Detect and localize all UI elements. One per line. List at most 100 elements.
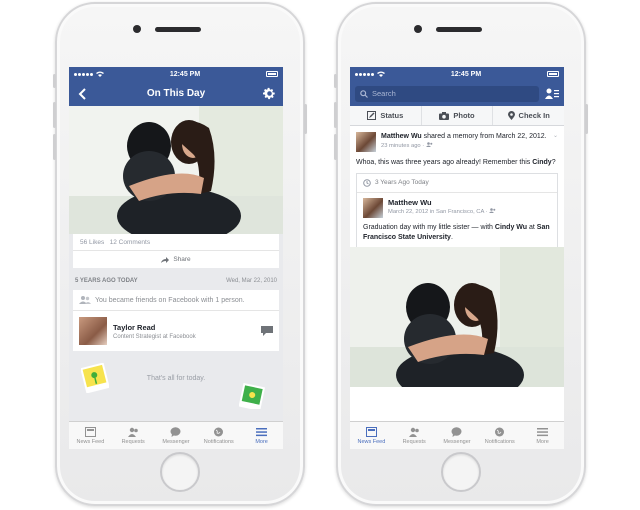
mute-switch xyxy=(53,74,56,88)
home-button[interactable] xyxy=(441,452,481,492)
memory-header-text: 3 Years Ago Today xyxy=(375,179,429,187)
photo-button[interactable]: Photo xyxy=(422,106,494,125)
friend-name[interactable]: Taylor Read xyxy=(113,323,255,332)
memory-date-text: March 22, 2012 in San Francisco, CA · xyxy=(388,208,490,215)
post-author[interactable]: Matthew Wu xyxy=(381,133,422,140)
sticker-green-icon xyxy=(239,383,265,409)
messenger-icon xyxy=(451,426,462,437)
share-arrow-icon xyxy=(161,256,170,263)
memory-text-end: . xyxy=(450,233,453,241)
tab-messenger[interactable]: Messenger xyxy=(436,422,479,449)
memory-photo[interactable] xyxy=(69,106,283,234)
tab-notifications[interactable]: Notifications xyxy=(478,422,521,449)
tab-news-feed[interactable]: News Feed xyxy=(350,422,393,449)
post-options-icon[interactable]: ⌄ xyxy=(553,132,558,139)
status-time: 12:45 PM xyxy=(169,70,201,78)
sticker-flower-icon xyxy=(81,363,109,393)
memory-card-header: 3 Years Ago Today xyxy=(357,174,557,193)
earpiece-speaker xyxy=(436,27,482,32)
tab-label: Notifications xyxy=(203,438,234,445)
composer-bar: Status Photo Check In xyxy=(350,106,564,126)
marketing-stage: 12:45 PM On This Day 56 Likes 12 Comment… xyxy=(0,0,640,510)
back-arrow-icon[interactable] xyxy=(75,87,89,101)
friends-list-icon[interactable] xyxy=(545,88,559,99)
globe-icon xyxy=(214,427,224,436)
friend-avatar[interactable] xyxy=(79,317,107,345)
memory-text-part: Graduation day with my little sister — w… xyxy=(363,223,495,231)
post-counts: 56 Likes 12 Comments xyxy=(73,234,279,250)
tab-label: Messenger xyxy=(443,438,471,445)
share-label: Share xyxy=(173,256,191,263)
friend-subtitle: Content Strategist at Facebook xyxy=(113,333,196,340)
signal-icon xyxy=(355,71,385,77)
globe-icon xyxy=(495,427,505,436)
volume-down-button xyxy=(53,134,56,160)
home-button[interactable] xyxy=(160,452,200,492)
post-text-end: ? xyxy=(551,159,556,166)
status-button[interactable]: Status xyxy=(350,106,422,125)
tab-label: Messenger xyxy=(162,438,190,445)
friend-requests-icon xyxy=(127,427,138,437)
memory-text: Graduation day with my little sister — w… xyxy=(363,223,551,243)
tab-notifications[interactable]: Notifications xyxy=(197,422,240,449)
author-avatar[interactable] xyxy=(356,132,376,152)
screen-on-this-day: 12:45 PM On This Day 56 Likes 12 Comment… xyxy=(69,67,283,449)
section-date: Wed, Mar 22, 2010 xyxy=(226,278,277,284)
volume-down-button xyxy=(334,134,337,160)
search-input[interactable]: Search xyxy=(355,85,539,102)
tab-news-feed[interactable]: News Feed xyxy=(69,422,112,449)
friends-card: You became friends on Facebook with 1 pe… xyxy=(73,290,279,351)
tab-requests[interactable]: Requests xyxy=(393,422,436,449)
shared-memory-post: Matthew Wu shared a memory from March 22… xyxy=(350,126,564,388)
tab-more[interactable]: More xyxy=(521,422,564,449)
status-time: 12:45 PM xyxy=(450,70,482,78)
memory-post-card: 56 Likes 12 Comments Share xyxy=(69,106,283,268)
memory-date: March 22, 2012 in San Francisco, CA · xyxy=(388,207,496,215)
wifi-icon xyxy=(96,71,104,77)
post-text-part: Whoa, this was three years ago already! … xyxy=(356,159,533,166)
front-camera xyxy=(414,25,422,33)
end-of-day-area: That's all for today. xyxy=(69,357,283,427)
search-placeholder: Search xyxy=(372,89,396,98)
power-button xyxy=(304,104,307,134)
location-pin-icon xyxy=(507,111,515,120)
phone-right: 12:45 PM Search Status Photo Check In Ma… xyxy=(334,2,588,506)
page-title: On This Day xyxy=(146,88,206,99)
tab-label: More xyxy=(536,438,549,445)
camera-icon xyxy=(439,111,450,120)
news-feed-icon xyxy=(365,426,377,437)
menu-icon xyxy=(537,427,549,436)
messenger-icon xyxy=(170,426,181,437)
wifi-icon xyxy=(377,71,385,77)
tab-messenger[interactable]: Messenger xyxy=(155,422,198,449)
section-header: 5 YEARS AGO TODAY Wed, Mar 22, 2010 xyxy=(69,268,283,290)
friend-info: Taylor Read Content Strategist at Facebo… xyxy=(113,323,255,340)
message-bubble-icon[interactable] xyxy=(261,326,273,336)
status-bar: 12:45 PM xyxy=(69,67,283,81)
post-text: Whoa, this was three years ago already! … xyxy=(350,155,564,173)
tab-requests[interactable]: Requests xyxy=(112,422,155,449)
memory-author-avatar[interactable] xyxy=(363,197,383,218)
tab-bar: News Feed Requests Messenger Notificatio… xyxy=(69,421,283,449)
memory-card[interactable]: 3 Years Ago Today Matthew Wu March 22, 2… xyxy=(356,172,558,248)
post-headline: Matthew Wu shared a memory from March 22… xyxy=(381,132,547,141)
memory-author-name[interactable]: Matthew Wu xyxy=(388,198,496,207)
tagged-person-link[interactable]: Cindy Wu xyxy=(495,224,527,231)
news-feed-icon xyxy=(84,426,96,437)
memory-author-row: Matthew Wu March 22, 2012 in San Francis… xyxy=(363,197,551,218)
share-button[interactable]: Share xyxy=(73,250,279,268)
memory-photo[interactable] xyxy=(350,247,564,388)
settings-gear-icon[interactable] xyxy=(263,87,277,101)
screen-news-feed: 12:45 PM Search Status Photo Check In Ma… xyxy=(350,67,564,449)
check-in-button[interactable]: Check In xyxy=(493,106,564,125)
tab-more[interactable]: More xyxy=(240,422,283,449)
tab-bar: News Feed Requests Messenger Notificatio… xyxy=(350,421,564,449)
post-time-text[interactable]: 23 minutes ago · xyxy=(381,143,426,149)
friend-row[interactable]: Taylor Read Content Strategist at Facebo… xyxy=(73,311,279,351)
comments-count[interactable]: 12 Comments xyxy=(110,239,150,246)
tagged-person[interactable]: Cindy xyxy=(532,159,551,166)
likes-count[interactable]: 56 Likes xyxy=(80,239,104,246)
friends-icon xyxy=(79,296,91,304)
section-title: 5 YEARS AGO TODAY xyxy=(75,278,138,284)
status-bar: 12:45 PM xyxy=(350,67,564,81)
